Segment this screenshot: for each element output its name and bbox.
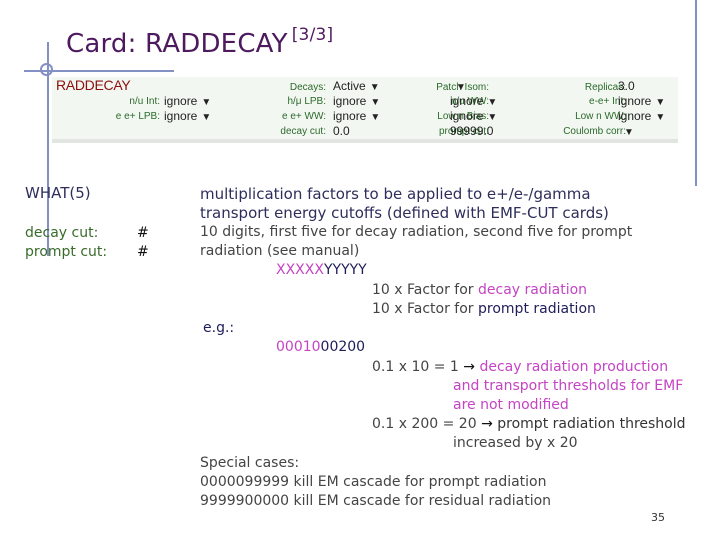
field-value: ignore bbox=[618, 109, 652, 123]
dropdown-arrow-icon: ▼ bbox=[201, 112, 212, 123]
field-ee-int-select[interactable]: ignore ▼ bbox=[618, 94, 665, 108]
field-ee-lpb-select[interactable]: ignore ▼ bbox=[164, 109, 211, 123]
field-low-n-bias-select[interactable]: ignore ▼ bbox=[450, 109, 497, 123]
field-decays-select[interactable]: Active ▼ bbox=[333, 79, 380, 93]
calc-prompt-result-1: prompt radiation threshold bbox=[492, 416, 686, 432]
digits-line-2: radiation (see manual) bbox=[200, 243, 360, 259]
field-value: ignore bbox=[450, 94, 484, 108]
field-label: e e+ WW: bbox=[282, 111, 326, 122]
field-nu-int-select[interactable]: ignore ▼ bbox=[164, 94, 211, 108]
prompt-cut-label: prompt cut: bbox=[25, 244, 108, 260]
calc-prompt-formula: 0.1 x 200 = 20 bbox=[372, 416, 482, 432]
example-label: e.g.: bbox=[203, 320, 235, 336]
field-replicas-input[interactable]: 3.0 bbox=[618, 79, 635, 93]
pattern-decay-digits: XXXXX bbox=[276, 262, 324, 278]
field-label: decay cut: bbox=[280, 126, 326, 137]
field-value: Active bbox=[333, 79, 366, 93]
field-low-n-ww-select[interactable]: ignore ▼ bbox=[618, 109, 665, 123]
what5-heading: WHAT(5) bbox=[25, 184, 91, 202]
description-line-2: transport energy cutoffs (defined with E… bbox=[200, 204, 609, 222]
field-label: h/μ LPB: bbox=[287, 96, 326, 107]
calc-prompt-line: 0.1 x 200 = 20 → prompt radiation thresh… bbox=[372, 416, 686, 432]
slide-title-suffix: [3/3] bbox=[291, 25, 334, 45]
dropdown-arrow-icon: ▼ bbox=[370, 97, 381, 108]
field-coulomb-corr-select[interactable]: ▼ bbox=[620, 124, 634, 138]
field-label: Coulomb corr: bbox=[563, 126, 626, 137]
prompt-cut-value: # bbox=[137, 244, 149, 260]
example-value: 0001000200 bbox=[276, 339, 365, 355]
factor-decay-line: 10 x Factor for decay radiation bbox=[372, 282, 587, 298]
calc-decay-line: 0.1 x 10 = 1 → decay radiation productio… bbox=[372, 359, 668, 375]
factor-prompt-text: prompt radiation bbox=[478, 301, 596, 317]
field-value: ignore bbox=[333, 94, 367, 108]
dropdown-arrow-icon: ▼ bbox=[624, 127, 634, 138]
factor-prefix: 10 x Factor for bbox=[372, 282, 479, 298]
dropdown-arrow-icon: ▼ bbox=[370, 112, 381, 123]
description-line-1: multiplication factors to be applied to … bbox=[200, 185, 591, 203]
factor-prefix: 10 x Factor for bbox=[372, 301, 479, 317]
dropdown-arrow-icon: ▼ bbox=[655, 97, 666, 108]
decorative-circle bbox=[40, 63, 53, 76]
dropdown-arrow-icon: ▼ bbox=[369, 82, 380, 93]
field-label: n/u Int: bbox=[129, 96, 160, 107]
example-decay-digits: 00010 bbox=[276, 339, 321, 355]
decay-cut-value: # bbox=[137, 225, 149, 241]
calc-decay-result-3: are not modified bbox=[453, 397, 569, 413]
special-case-1: 0000099999 kill EM cascade for prompt ra… bbox=[200, 474, 547, 490]
pattern-prompt-digits: YYYYY bbox=[323, 262, 367, 278]
field-value: ignore bbox=[450, 109, 484, 123]
slide-title: Card: RADDECAY [3/3] bbox=[66, 25, 333, 59]
field-ee-ww-select[interactable]: ignore ▼ bbox=[333, 109, 380, 123]
arrow-right-icon: → bbox=[463, 359, 475, 375]
factor-decay-text: decay radiation bbox=[478, 282, 588, 298]
decorative-vertical-line-right bbox=[695, 0, 697, 186]
field-hmu-lpb-select[interactable]: ignore ▼ bbox=[333, 94, 380, 108]
calc-decay-formula: 0.1 x 10 = 1 bbox=[372, 359, 464, 375]
field-value: ignore bbox=[164, 94, 198, 108]
dropdown-arrow-icon: ▼ bbox=[456, 82, 466, 93]
calc-decay-result-1: decay radiation production bbox=[475, 359, 669, 375]
dropdown-arrow-icon: ▼ bbox=[487, 112, 498, 123]
field-label: Decays: bbox=[289, 82, 326, 93]
decay-cut-label: decay cut: bbox=[25, 225, 99, 241]
field-nu-ww-select[interactable]: ignore ▼ bbox=[450, 94, 497, 108]
field-value: ignore bbox=[164, 109, 198, 123]
dropdown-arrow-icon: ▼ bbox=[487, 97, 498, 108]
field-value: ignore bbox=[333, 109, 367, 123]
field-prompt-cut-input[interactable]: 99999.0 bbox=[450, 124, 493, 138]
calc-decay-result-2: and transport thresholds for EMF bbox=[453, 378, 684, 394]
field-patch-isom-select[interactable]: ▼ bbox=[452, 79, 466, 93]
calc-prompt-result-2: increased by x 20 bbox=[453, 435, 578, 451]
field-value: ignore bbox=[618, 94, 652, 108]
factor-prompt-line: 10 x Factor for prompt radiation bbox=[372, 301, 596, 317]
field-decay-cut-input[interactable]: 0.0 bbox=[333, 124, 350, 138]
special-cases-heading: Special cases: bbox=[200, 455, 300, 471]
panel-card-name: RADDECAY bbox=[56, 77, 131, 93]
raddecay-card-panel: RADDECAY n/u Int: ignore ▼ e e+ LPB: igno… bbox=[52, 77, 678, 143]
pattern-line: XXXXXYYYYY bbox=[276, 262, 367, 278]
page-number: 35 bbox=[651, 511, 665, 524]
example-prompt-digits: 00200 bbox=[320, 339, 366, 355]
slide-title-text: Card: RADDECAY bbox=[66, 29, 288, 59]
special-case-2: 9999900000 kill EM cascade for residual … bbox=[200, 493, 552, 509]
arrow-right-icon: → bbox=[481, 416, 493, 432]
dropdown-arrow-icon: ▼ bbox=[655, 112, 666, 123]
field-label: e e+ LPB: bbox=[115, 111, 160, 122]
dropdown-arrow-icon: ▼ bbox=[201, 97, 212, 108]
digits-line-1: 10 digits, first five for decay radiatio… bbox=[200, 224, 633, 240]
